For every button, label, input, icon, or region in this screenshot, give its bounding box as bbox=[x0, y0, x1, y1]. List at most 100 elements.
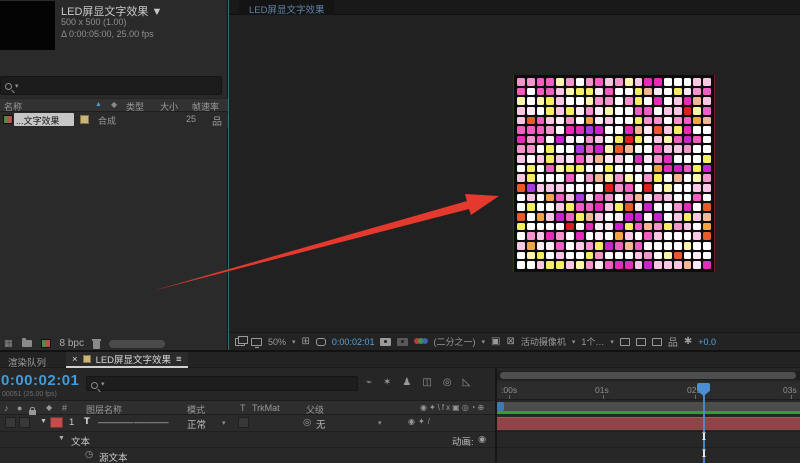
led-cell bbox=[615, 184, 623, 192]
pickwhip-icon[interactable]: ◎ bbox=[303, 417, 311, 428]
chevron-down-icon[interactable]: ▾ bbox=[222, 419, 226, 427]
show-snapshot-icon[interactable] bbox=[397, 338, 408, 346]
tab-composition[interactable]: × LED屏显文字效果 ≡ bbox=[66, 352, 188, 368]
parent-select[interactable]: 无 bbox=[316, 417, 326, 431]
mini-flowchart-icon[interactable]: 品 bbox=[668, 334, 678, 349]
camera-select[interactable]: 活动摄像机 bbox=[521, 335, 566, 348]
roi-icon[interactable]: ▣ bbox=[491, 336, 500, 347]
layer-row[interactable]: ▼ 1 T ———— ———— 正常 ▾ ◎ 无 ▾ ◉✦/ bbox=[0, 415, 495, 432]
led-cell bbox=[595, 184, 603, 192]
settings-gear-icon[interactable]: ✱ bbox=[684, 336, 692, 347]
project-search-input[interactable]: ▾ bbox=[0, 76, 222, 95]
interpret-footage-icon[interactable]: ▦ bbox=[4, 338, 13, 349]
bit-depth-button[interactable]: 8 bpc bbox=[60, 338, 84, 349]
layer-name[interactable]: ———— ———— bbox=[98, 417, 168, 428]
stopwatch-icon[interactable]: ◷ bbox=[85, 449, 93, 460]
share-view-icon[interactable] bbox=[620, 338, 630, 346]
chevron-down-icon[interactable]: ▾ bbox=[481, 338, 485, 346]
comp-flowchart-icon[interactable]: ⌁ bbox=[366, 377, 372, 388]
pixel-aspect-icon[interactable] bbox=[636, 338, 646, 346]
led-grid[interactable] bbox=[513, 75, 715, 272]
eye-toggle[interactable] bbox=[5, 417, 16, 428]
column-trkmat[interactable]: TrkMat bbox=[252, 403, 280, 413]
snapshot-icon[interactable] bbox=[380, 338, 391, 346]
new-composition-icon[interactable] bbox=[41, 339, 51, 348]
layer-switches-header[interactable]: ◉✦\fx▣◎◔⊕ bbox=[420, 403, 486, 412]
expander-icon[interactable]: ▼ bbox=[58, 435, 65, 442]
zoom-select[interactable]: 50% bbox=[268, 337, 286, 347]
chevron-down-icon[interactable]: ▾ bbox=[610, 338, 614, 346]
menu-icon[interactable]: ≡ bbox=[176, 354, 182, 365]
frame-blend-icon[interactable]: ◫ bbox=[422, 377, 431, 388]
lock-icon[interactable] bbox=[29, 410, 36, 415]
led-cell bbox=[566, 88, 574, 96]
label-column-icon[interactable]: ◆ bbox=[111, 100, 117, 109]
led-cell bbox=[644, 261, 652, 269]
channels-icon[interactable] bbox=[414, 337, 427, 346]
led-cell bbox=[684, 126, 692, 134]
graph-editor-icon[interactable]: ◺ bbox=[463, 377, 471, 388]
led-cell bbox=[546, 223, 554, 231]
led-cell bbox=[635, 117, 643, 125]
composition-viewport[interactable] bbox=[229, 15, 800, 332]
source-text-row[interactable]: ◷ 源文本 bbox=[0, 448, 495, 463]
work-area-bar[interactable] bbox=[497, 402, 800, 411]
monitor-icon[interactable] bbox=[251, 338, 262, 346]
text-group-row[interactable]: ▼ 文本 动画: ◉ bbox=[0, 432, 495, 448]
led-cell bbox=[654, 97, 662, 105]
solo-icon[interactable]: ● bbox=[17, 403, 22, 413]
led-cell bbox=[693, 165, 701, 173]
hide-shy-icon[interactable]: ♟ bbox=[402, 377, 411, 388]
mode-select[interactable]: 正常 bbox=[187, 417, 206, 431]
exposure-value[interactable]: +0.0 bbox=[698, 337, 716, 347]
audio-toggle[interactable] bbox=[19, 417, 30, 428]
work-area-start-handle[interactable] bbox=[497, 402, 504, 411]
column-name[interactable]: 名称 bbox=[4, 100, 22, 113]
close-icon[interactable]: × bbox=[72, 354, 78, 365]
sort-asc-icon[interactable]: ▲ bbox=[95, 101, 102, 108]
layer-duration-bar[interactable] bbox=[497, 417, 800, 430]
led-cell bbox=[576, 107, 584, 115]
resolution-select[interactable]: (二分之一) bbox=[433, 335, 475, 348]
mask-visibility-icon[interactable] bbox=[316, 338, 326, 346]
led-cell bbox=[684, 165, 692, 173]
label-color-chip[interactable] bbox=[80, 115, 89, 124]
fast-previews-icon[interactable] bbox=[652, 338, 662, 346]
layer-color-chip[interactable] bbox=[50, 417, 63, 428]
led-cell bbox=[654, 88, 662, 96]
grid-guides-icon[interactable]: ⊞ bbox=[302, 336, 310, 347]
column-t[interactable]: T bbox=[240, 403, 246, 413]
viewer-timecode[interactable]: 0:00:02:01 bbox=[332, 337, 375, 347]
led-cell bbox=[605, 194, 613, 202]
time-ruler[interactable]: :00s 01s 02s 03s bbox=[497, 382, 800, 400]
view-layout-select[interactable]: 1个… bbox=[581, 335, 604, 348]
new-folder-icon[interactable] bbox=[22, 340, 32, 347]
viewer-tab-composition[interactable]: LED屏显文字效果 bbox=[239, 0, 334, 15]
chevron-down-icon[interactable]: ▾ bbox=[378, 419, 382, 427]
label-column-icon[interactable]: ◆ bbox=[46, 403, 52, 412]
tab-render-queue[interactable]: 渲染队列 bbox=[8, 355, 46, 369]
project-scrollbar[interactable] bbox=[109, 340, 165, 348]
column-size[interactable]: 大小 bbox=[160, 100, 178, 113]
timeline-search-input[interactable]: ▾ bbox=[86, 376, 358, 391]
column-fps[interactable]: 帧速率 bbox=[192, 100, 219, 113]
column-type[interactable]: 类型 bbox=[126, 100, 144, 113]
led-cell bbox=[586, 252, 594, 260]
animate-menu-icon[interactable]: ◉ bbox=[478, 434, 486, 445]
draft-3d-icon[interactable]: ✶ bbox=[383, 377, 391, 388]
expander-icon[interactable]: ▼ bbox=[40, 418, 47, 425]
transparency-grid-icon[interactable]: ⊠ bbox=[506, 336, 514, 347]
timeline-navigator-handle[interactable] bbox=[500, 372, 796, 379]
trkmat-toggle[interactable] bbox=[238, 417, 249, 428]
audio-icon[interactable]: ♪ bbox=[4, 403, 9, 413]
column-number[interactable]: # bbox=[62, 403, 67, 413]
project-item-row[interactable]: ...文字效果 合成 25 品 bbox=[0, 113, 228, 128]
project-item-name[interactable]: ...文字效果 bbox=[14, 113, 74, 126]
delete-icon[interactable] bbox=[93, 341, 100, 349]
motion-blur-icon[interactable]: ◎ bbox=[443, 377, 452, 388]
chevron-down-icon[interactable]: ▾ bbox=[292, 338, 296, 346]
current-timecode[interactable]: 0:00:02:01 bbox=[1, 372, 79, 389]
chevron-down-icon[interactable]: ▾ bbox=[572, 338, 576, 346]
layer-switches[interactable]: ◉✦/ bbox=[408, 417, 433, 426]
always-preview-icon[interactable] bbox=[235, 338, 245, 346]
